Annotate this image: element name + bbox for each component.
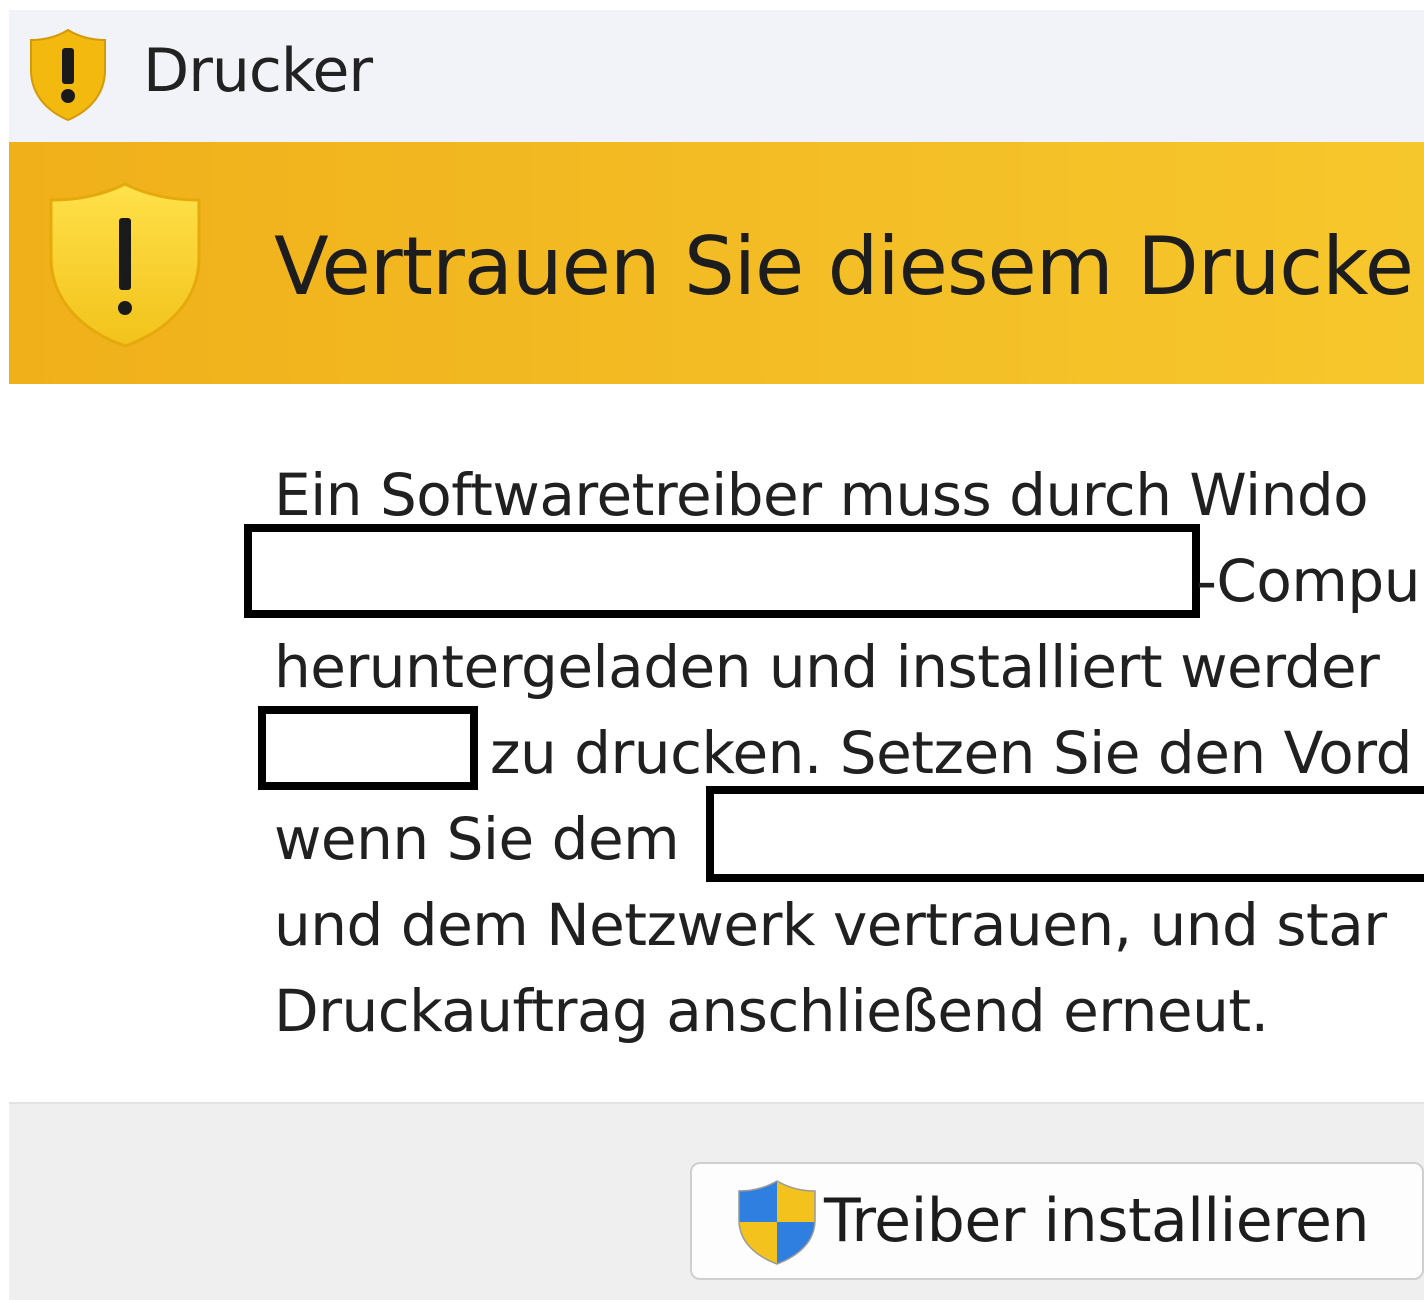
shield-warning-icon: [49, 182, 201, 348]
uac-shield-icon: [738, 1180, 816, 1265]
message-line: und dem Netzwerk vertrauen, und star: [274, 891, 1387, 959]
dialog-heading: Vertrauen Sie diesem Drucke: [274, 220, 1414, 313]
message-line: wenn Sie dem: [274, 805, 680, 873]
window-title: Drucker: [143, 36, 373, 106]
warning-banner: Vertrauen Sie diesem Drucke: [9, 142, 1424, 384]
shield-warning-icon: [30, 28, 106, 122]
redacted-block: [706, 786, 1424, 882]
window-left-edge: [0, 0, 9, 1300]
install-driver-button[interactable]: Treiber installieren: [690, 1162, 1424, 1280]
printer-trust-dialog: Drucker Vertrauen Sie diesem Drucke Ein …: [0, 0, 1424, 1300]
message-line: Druckauftrag anschließend erneut.: [274, 977, 1269, 1045]
message-line: heruntergeladen und installiert werder: [274, 633, 1380, 701]
message-line: zu drucken. Setzen Sie den Vord: [490, 719, 1412, 787]
title-bar: Drucker: [9, 10, 1424, 142]
redacted-block: [258, 706, 478, 790]
install-driver-label: Treiber installieren: [824, 1186, 1369, 1256]
message-line: -Compu: [1196, 547, 1421, 615]
redacted-block: [244, 524, 1200, 618]
